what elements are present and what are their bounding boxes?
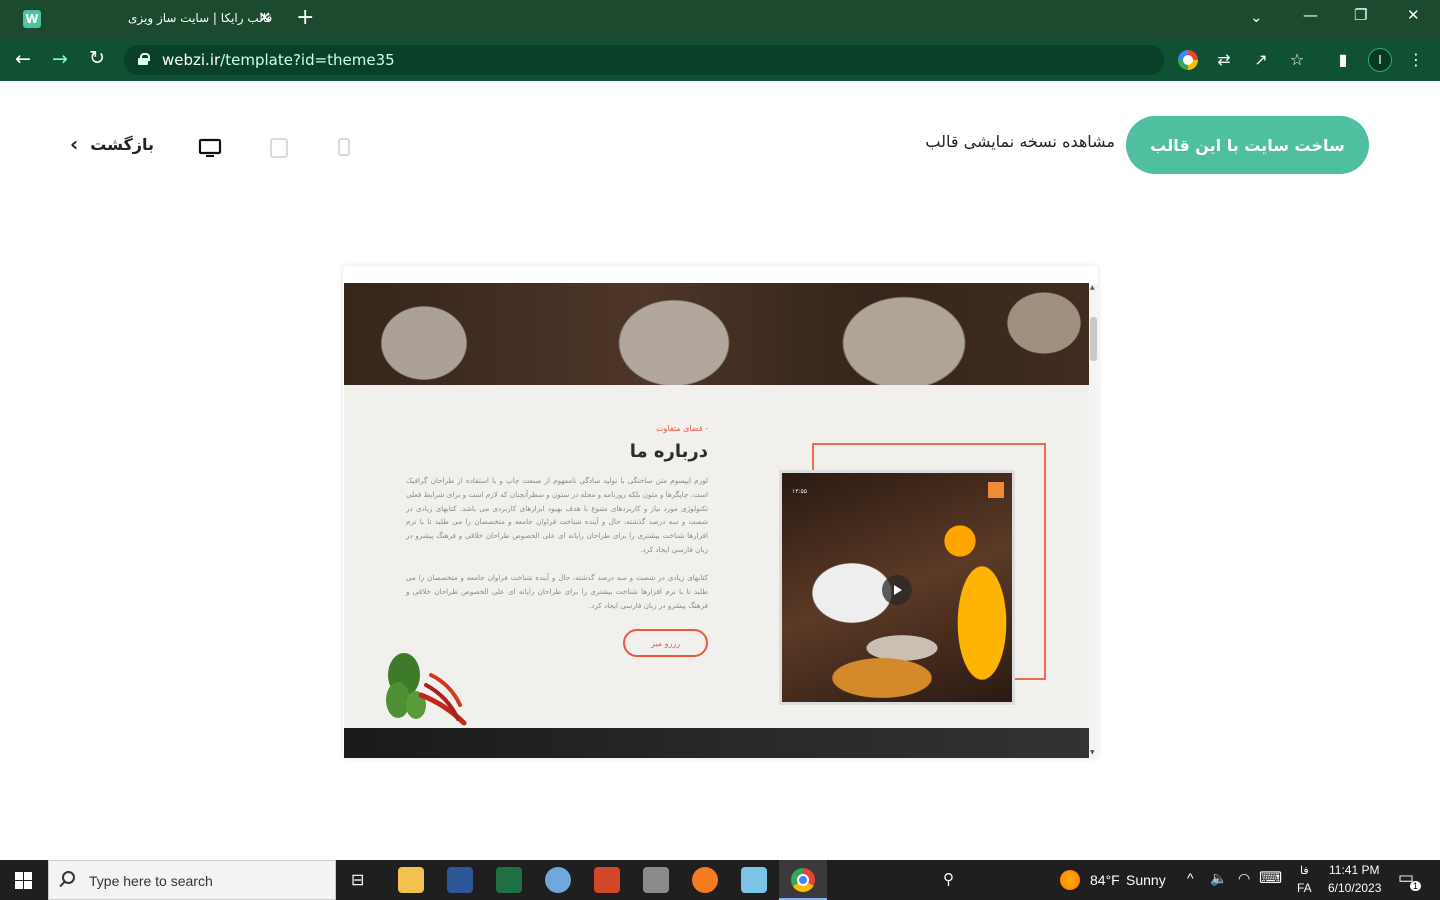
file-explorer-icon[interactable] (398, 867, 424, 893)
search-icon (62, 871, 75, 884)
keyboard-icon[interactable]: ⌨ (1259, 868, 1282, 888)
build-site-button[interactable]: ساخت سایت با این قالب (1126, 116, 1369, 174)
play-icon[interactable] (882, 575, 912, 605)
tab-search-chevron-icon[interactable]: ⌄ (1250, 8, 1263, 26)
scroll-up-icon[interactable]: ▲ (1090, 284, 1095, 291)
weather-temp[interactable]: 84°F (1090, 872, 1120, 888)
preview-scrollbar[interactable]: ▲ ▼ (1089, 283, 1098, 758)
hero-overlay (344, 283, 1089, 385)
tab-title: قالب رایکا | سایت ساز ویزی (128, 11, 273, 25)
new-tab-button[interactable]: + (296, 5, 314, 30)
weather-sun-icon[interactable] (1060, 870, 1080, 890)
address-bar[interactable]: webzi.ir/template?id=theme35 (124, 45, 1164, 75)
taskbar-search-placeholder: Type here to search (89, 873, 213, 889)
mobile-view-icon[interactable] (334, 137, 354, 157)
orange-app-icon[interactable] (692, 867, 718, 893)
excel-icon[interactable] (496, 867, 522, 893)
badge-icon (988, 482, 1004, 498)
profile-avatar[interactable]: I (1368, 48, 1392, 72)
task-view-icon[interactable]: ⊟ (351, 870, 364, 890)
volume-icon[interactable]: 🔈 (1210, 870, 1227, 887)
clock-time[interactable]: 11:41 PM (1329, 863, 1379, 877)
restaurant-video-thumbnail[interactable]: ۱۳:۵۵ (779, 470, 1015, 705)
about-title: درباره ما (629, 441, 708, 462)
back-nav-button[interactable]: ← (15, 48, 31, 70)
weather-text[interactable]: Sunny (1126, 872, 1166, 888)
language-top[interactable]: فا (1300, 864, 1309, 877)
chevron-left-icon: ‹ (70, 132, 79, 156)
language-code[interactable]: FA (1297, 881, 1312, 895)
back-link[interactable]: ‹ بازگشت (70, 132, 154, 156)
side-panel-icon[interactable]: ▮ (1333, 50, 1353, 70)
app-icon[interactable] (643, 867, 669, 893)
browser-tab[interactable]: W قالب رایکا | سایت ساز ویزی ✕ (10, 0, 284, 39)
notes-app-icon[interactable] (741, 867, 767, 893)
forward-nav-button[interactable]: → (52, 48, 68, 70)
chrome-icon (791, 868, 815, 892)
close-tab-icon[interactable]: ✕ (258, 8, 271, 27)
google-lens-icon[interactable] (1178, 50, 1198, 70)
show-hidden-icons-icon[interactable]: ^ (1187, 870, 1194, 886)
word-icon[interactable] (447, 867, 473, 893)
scroll-down-icon[interactable]: ▼ (1090, 749, 1095, 756)
bookmark-star-icon[interactable]: ☆ (1287, 50, 1307, 70)
people-icon[interactable]: ⚲ (943, 870, 954, 888)
webzi-favicon-icon: W (23, 10, 41, 28)
section-tagline: - فضای متفاوت (655, 424, 708, 433)
demo-version-label: مشاهده نسخه نمایشی قالب (925, 132, 1115, 151)
clock-date[interactable]: 6/10/2023 (1328, 881, 1381, 895)
back-label: بازگشت (90, 134, 154, 154)
reserve-table-button[interactable]: رزرو میز (623, 629, 708, 657)
tablet-view-icon[interactable] (268, 137, 290, 159)
taskbar-search-box[interactable]: Type here to search (48, 860, 336, 900)
desktop-view-icon[interactable] (198, 137, 222, 159)
close-window-button[interactable]: ✕ (1407, 6, 1420, 24)
windows-start-icon[interactable] (15, 872, 33, 890)
translate-icon[interactable]: ⇄ (1214, 50, 1234, 70)
herb-pepper-image (386, 653, 467, 726)
share-icon[interactable]: ↗ (1251, 50, 1271, 70)
browser-menu-icon[interactable]: ⋮ (1406, 50, 1426, 70)
wifi-icon[interactable]: ◠ (1238, 870, 1250, 887)
url-text: webzi.ir/template?id=theme35 (162, 51, 395, 69)
paint-icon[interactable] (545, 867, 571, 893)
lock-icon (138, 53, 150, 65)
notification-count: 1 (1410, 881, 1422, 891)
about-paragraph-2: کتابهای زیادی در شصت و سه درصد گذشته، حا… (406, 573, 708, 610)
presentation-app-icon[interactable] (594, 867, 620, 893)
about-paragraph-1: لورم ایپسوم متن ساختگی با تولید سادگی نا… (406, 476, 708, 554)
restore-button[interactable]: ❐ (1354, 6, 1367, 24)
next-section-strip (344, 728, 1089, 758)
minimize-button[interactable]: — (1303, 6, 1318, 24)
photo-time: ۱۳:۵۵ (792, 488, 807, 495)
reload-button[interactable]: ↻ (89, 47, 105, 69)
scroll-thumb[interactable] (1090, 317, 1097, 361)
